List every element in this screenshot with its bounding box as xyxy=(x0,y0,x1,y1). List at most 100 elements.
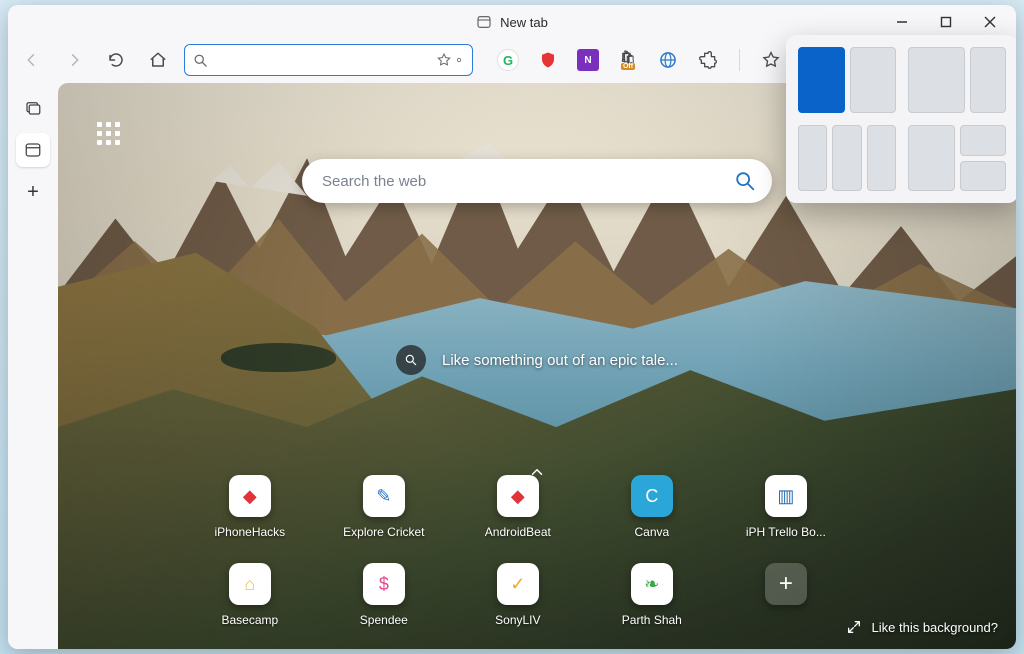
shield-red-icon xyxy=(539,51,557,69)
title-center: New tab xyxy=(476,14,548,30)
snap-layout-half-half[interactable] xyxy=(798,47,896,113)
extension-onenote[interactable]: N xyxy=(577,49,599,71)
browser-window: New tab xyxy=(8,5,1016,649)
bag-icon: 🛍 xyxy=(620,51,635,63)
like-bg-label: Like this background? xyxy=(872,620,998,635)
minimize-button[interactable] xyxy=(880,5,924,39)
web-search-bar[interactable] xyxy=(302,159,772,203)
hint-search-icon xyxy=(404,353,418,367)
background-hint[interactable]: Like something out of an epic tale... xyxy=(396,345,678,375)
extension-translate[interactable] xyxy=(657,49,679,71)
quick-link-tile[interactable]: ◆iPhoneHacks xyxy=(213,475,287,539)
back-button[interactable] xyxy=(16,44,48,76)
tile-icon: C xyxy=(631,475,673,517)
address-bar[interactable] xyxy=(184,44,473,76)
hint-text: Like something out of an epic tale... xyxy=(442,352,678,369)
home-button[interactable] xyxy=(142,44,174,76)
tile-icon: ❧ xyxy=(631,563,673,605)
star-outline-icon xyxy=(761,50,781,70)
address-input[interactable] xyxy=(212,53,432,68)
snap-part[interactable] xyxy=(908,125,955,191)
quick-link-tile[interactable]: ◆ AndroidBeat xyxy=(481,475,555,539)
back-icon xyxy=(23,51,41,69)
newpage-icon xyxy=(24,141,42,159)
extension-grammarly[interactable]: G xyxy=(497,49,519,71)
quick-link-tile[interactable]: C Canva xyxy=(615,475,689,539)
close-button[interactable] xyxy=(968,5,1012,39)
globe-icon xyxy=(658,50,678,70)
window-controls xyxy=(880,5,1012,39)
snap-part[interactable] xyxy=(798,125,827,191)
toolbar-divider xyxy=(739,49,740,71)
refresh-button[interactable] xyxy=(100,44,132,76)
new-tab-button[interactable]: + xyxy=(16,175,50,209)
vertical-tab-strip: + xyxy=(8,83,58,649)
refresh-icon xyxy=(107,51,125,69)
tiny-gear-icon xyxy=(454,55,464,65)
tiles-row-2: ⌂ Basecamp $ Spendee ✓ SonyLIV ❧Parth Shah + xyxy=(213,563,823,627)
tab-actions-button[interactable] xyxy=(16,91,50,125)
snap-part[interactable] xyxy=(850,47,897,113)
tile-icon: ✓ xyxy=(497,563,539,605)
snap-part-selected[interactable] xyxy=(798,47,845,113)
hint-circle-icon xyxy=(396,345,426,375)
newtab-icon xyxy=(476,14,492,30)
add-quick-link-button[interactable]: + xyxy=(749,563,823,627)
quick-link-tile[interactable]: ✓ SonyLIV xyxy=(481,563,555,627)
tile-label: SonyLIV xyxy=(495,613,540,627)
snap-part[interactable] xyxy=(867,125,896,191)
tile-label: Explore Cricket xyxy=(343,525,424,539)
quick-link-tile[interactable]: ✎Explore Cricket xyxy=(347,475,421,539)
quick-link-tile[interactable]: ▥ iPH Trello Bo... xyxy=(749,475,823,539)
tile-icon: ◆ xyxy=(497,475,539,517)
favorites-button[interactable] xyxy=(760,49,782,71)
tile-icon: ⌂ xyxy=(229,563,271,605)
minimize-icon xyxy=(896,16,908,28)
tile-label: iPH Trello Bo... xyxy=(746,525,826,539)
app-launcher-button[interactable] xyxy=(92,117,124,149)
tile-icon: ✎ xyxy=(363,475,405,517)
home-icon xyxy=(149,51,167,69)
extension-adblock[interactable] xyxy=(537,49,559,71)
search-icon xyxy=(193,53,208,68)
snap-part[interactable] xyxy=(832,125,861,191)
tile-icon: $ xyxy=(363,563,405,605)
search-magnify-icon[interactable] xyxy=(734,170,756,192)
star-icon xyxy=(436,52,452,68)
quick-links-tiles: ◆iPhoneHacks✎Explore Cricket◆AndroidBeat… xyxy=(213,475,823,627)
extensions-row: G N 🛍 Off xyxy=(483,49,782,71)
snap-layout-quad[interactable] xyxy=(908,125,1006,191)
forward-icon xyxy=(65,51,83,69)
titlebar: New tab xyxy=(8,5,1016,39)
quick-link-tile[interactable]: ❧Parth Shah xyxy=(615,563,689,627)
maximize-button[interactable] xyxy=(924,5,968,39)
forward-button[interactable] xyxy=(58,44,90,76)
web-search-input[interactable] xyxy=(322,173,734,190)
tab-newtab-current[interactable] xyxy=(16,133,50,167)
snap-part[interactable] xyxy=(970,47,1006,113)
tabs-icon xyxy=(24,99,42,117)
window-title: New tab xyxy=(500,15,548,30)
tile-label: AndroidBeat xyxy=(485,525,551,539)
snap-part[interactable] xyxy=(960,161,1007,192)
extensions-button[interactable] xyxy=(697,49,719,71)
tile-label: Basecamp xyxy=(221,613,278,627)
like-background-button[interactable]: Like this background? xyxy=(846,619,998,635)
close-icon xyxy=(984,16,996,28)
off-badge: Off xyxy=(621,63,635,70)
tile-icon: ◆ xyxy=(229,475,271,517)
quick-link-tile[interactable]: $ Spendee xyxy=(347,563,421,627)
snap-layout-wide-narrow[interactable] xyxy=(908,47,1006,113)
plus-icon: + xyxy=(765,563,807,605)
quick-link-tile[interactable]: ⌂ Basecamp xyxy=(213,563,287,627)
puzzle-icon xyxy=(698,50,718,70)
snap-part[interactable] xyxy=(908,47,965,113)
tile-label: Canva xyxy=(634,525,669,539)
extension-honey[interactable]: 🛍 Off xyxy=(617,49,639,71)
snap-layout-thirds[interactable] xyxy=(798,125,896,191)
favorite-star[interactable] xyxy=(436,52,464,68)
snap-layouts-popup[interactable] xyxy=(786,35,1016,203)
snap-part[interactable] xyxy=(960,125,1007,156)
tile-icon: ▥ xyxy=(765,475,807,517)
tile-label: Spendee xyxy=(360,613,408,627)
